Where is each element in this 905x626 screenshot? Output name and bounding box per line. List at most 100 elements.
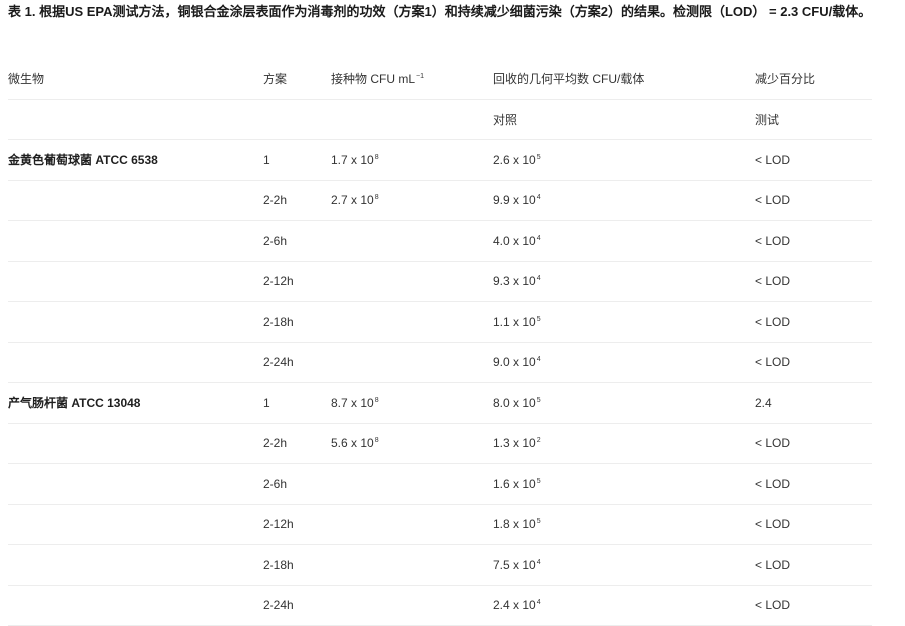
table-row: 2-6h 4.0 x 104 < LOD: [8, 220, 872, 262]
inoculum-cell: [331, 342, 493, 383]
inoculum-exponent: 8: [374, 396, 379, 404]
control-cell: 2.6 x 105: [493, 139, 755, 181]
reduction-cell: < LOD: [755, 301, 872, 343]
control-exponent: 4: [536, 558, 541, 566]
inoculum-cell: [331, 504, 493, 545]
control-mantissa: 9.9 x 10: [493, 193, 536, 208]
scheme-cell: 2-12h: [263, 504, 331, 545]
inoculum-cell: 5.6 x 108: [331, 423, 493, 464]
header-inoculum-label: 接种物 CFU mL: [331, 72, 416, 87]
inoculum-cell: [331, 585, 493, 626]
control-mantissa: 1.3 x 10: [493, 436, 536, 451]
control-exponent: 5: [536, 396, 541, 404]
results-table: 微生物 方案 接种物 CFU mL−1 回收的几何平均数 CFU/载体 减少百分…: [8, 59, 872, 626]
organism-cell: [8, 585, 263, 626]
organism-cell: [8, 301, 263, 343]
control-exponent: 5: [536, 153, 541, 161]
control-exponent: 5: [536, 315, 541, 323]
control-exponent: 5: [536, 518, 541, 526]
inoculum-exponent: 8: [374, 194, 379, 202]
scheme-cell: 2-18h: [263, 301, 331, 343]
inoculum-mantissa: 1.7 x 10: [331, 152, 374, 167]
reduction-cell: < LOD: [755, 220, 872, 262]
inoculum-exponent: 8: [374, 437, 379, 445]
control-cell: 9.0 x 104: [493, 342, 755, 383]
control-mantissa: 2.6 x 10: [493, 152, 536, 167]
control-cell: 1.8 x 105: [493, 504, 755, 545]
control-exponent: 4: [536, 599, 541, 607]
table-row: 2-6h 1.6 x 105 < LOD: [8, 463, 872, 505]
control-mantissa: 1.6 x 10: [493, 476, 536, 491]
organism-cell: [8, 463, 263, 505]
subheader-control: 对照: [493, 99, 755, 140]
control-mantissa: 7.5 x 10: [493, 557, 536, 572]
reduction-cell: < LOD: [755, 544, 872, 586]
scheme-cell: 1: [263, 382, 331, 424]
organism-cell: [8, 261, 263, 302]
header-row: 微生物 方案 接种物 CFU mL−1 回收的几何平均数 CFU/载体 减少百分…: [8, 59, 872, 100]
reduction-cell: < LOD: [755, 585, 872, 626]
scheme-cell: 2-12h: [263, 261, 331, 302]
scheme-cell: 2-24h: [263, 342, 331, 383]
organism-cell: [8, 180, 263, 221]
control-cell: 9.3 x 104: [493, 261, 755, 302]
header-reduction: 减少百分比: [755, 59, 872, 100]
control-cell: 8.0 x 105: [493, 382, 755, 424]
table-body: 金黄色葡萄球菌 ATCC 6538 1 1.7 x 108 2.6 x 105 < LO…: [8, 139, 872, 626]
subheader-row: 对照 测试: [8, 99, 872, 140]
control-cell: 1.1 x 105: [493, 301, 755, 343]
reduction-cell: < LOD: [755, 342, 872, 383]
control-cell: 9.9 x 104: [493, 180, 755, 221]
table-row: 2-2h 5.6 x 108 1.3 x 102 < LOD: [8, 423, 872, 464]
control-mantissa: 9.0 x 10: [493, 355, 536, 370]
control-cell: 1.6 x 105: [493, 463, 755, 505]
organism-cell: 产气肠杆菌 ATCC 13048: [8, 382, 263, 424]
control-mantissa: 1.1 x 10: [493, 314, 536, 329]
control-cell: 4.0 x 104: [493, 220, 755, 262]
table-caption: 表 1. 根据US EPA测试方法，铜银合金涂层表面作为消毒剂的功效（方案1）和…: [8, 4, 872, 19]
control-exponent: 2: [536, 437, 541, 445]
control-mantissa: 2.4 x 10: [493, 598, 536, 613]
header-inoculum-exponent: −1: [416, 73, 424, 81]
control-exponent: 4: [536, 356, 541, 364]
table-row: 2-12h 1.8 x 105 < LOD: [8, 504, 872, 545]
control-mantissa: 4.0 x 10: [493, 233, 536, 248]
table-row: 产气肠杆菌 ATCC 13048 1 8.7 x 108 8.0 x 105 2.4: [8, 382, 872, 424]
scheme-cell: 2-2h: [263, 180, 331, 221]
table-row: 2-18h 1.1 x 105 < LOD: [8, 301, 872, 343]
control-mantissa: 9.3 x 10: [493, 274, 536, 289]
header-organism: 微生物: [8, 59, 263, 100]
reduction-cell: < LOD: [755, 261, 872, 302]
control-mantissa: 1.8 x 10: [493, 517, 536, 532]
inoculum-mantissa: 5.6 x 10: [331, 436, 374, 451]
organism-cell: [8, 220, 263, 262]
inoculum-cell: [331, 220, 493, 262]
control-mantissa: 8.0 x 10: [493, 395, 536, 410]
subheader-test: 测试: [755, 99, 872, 140]
header-inoculum: 接种物 CFU mL−1: [331, 59, 493, 100]
inoculum-cell: [331, 544, 493, 586]
table-row: 2-24h 9.0 x 104 < LOD: [8, 342, 872, 383]
scheme-cell: 2-24h: [263, 585, 331, 626]
table-row: 2-18h 7.5 x 104 < LOD: [8, 544, 872, 586]
control-cell: 2.4 x 104: [493, 585, 755, 626]
organism-cell: [8, 544, 263, 586]
header-scheme: 方案: [263, 59, 331, 100]
reduction-cell: < LOD: [755, 180, 872, 221]
scheme-cell: 2-6h: [263, 220, 331, 262]
inoculum-cell: 1.7 x 108: [331, 139, 493, 181]
organism-cell: [8, 342, 263, 383]
header-recovered: 回收的几何平均数 CFU/载体: [493, 59, 755, 100]
inoculum-cell: 2.7 x 108: [331, 180, 493, 221]
reduction-cell: < LOD: [755, 139, 872, 181]
control-exponent: 4: [536, 194, 541, 202]
reduction-cell: < LOD: [755, 423, 872, 464]
reduction-cell: < LOD: [755, 463, 872, 505]
inoculum-mantissa: 8.7 x 10: [331, 395, 374, 410]
table-row: 2-24h 2.4 x 104 < LOD: [8, 585, 872, 626]
reduction-cell: < LOD: [755, 504, 872, 545]
inoculum-cell: [331, 301, 493, 343]
scheme-cell: 2-18h: [263, 544, 331, 586]
scheme-cell: 2-6h: [263, 463, 331, 505]
organism-cell: [8, 504, 263, 545]
